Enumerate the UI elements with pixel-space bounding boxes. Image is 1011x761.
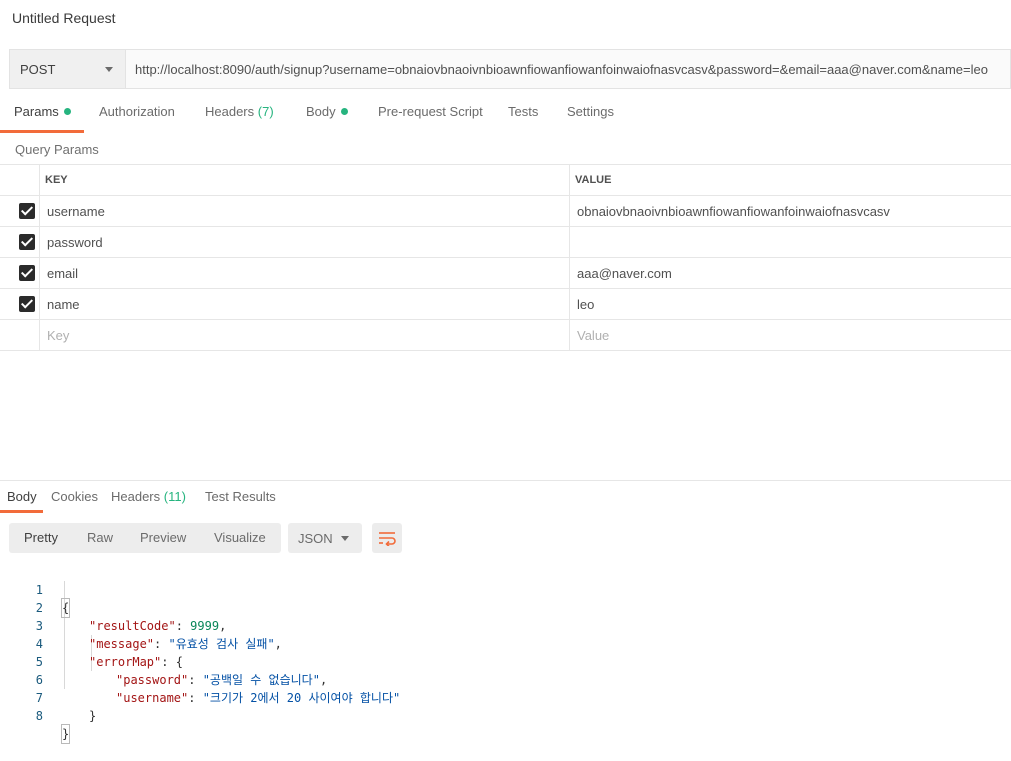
param-key-cell[interactable]: email	[40, 258, 570, 288]
request-title[interactable]: Untitled Request	[12, 10, 116, 26]
code-line: 1 {	[0, 563, 1011, 618]
body-indicator-dot	[340, 108, 348, 115]
key-column-header: KEY	[40, 165, 570, 195]
tab-prerequest-script[interactable]: Pre-request Script	[378, 104, 483, 132]
response-tab-test-results[interactable]: Test Results	[205, 489, 276, 517]
row-checkbox[interactable]	[19, 203, 35, 219]
header-check-cell	[0, 165, 40, 195]
tab-tests[interactable]: Tests	[508, 104, 538, 132]
query-params-table: KEY VALUE username obnaiovbnaoivnbioawnf…	[0, 164, 1011, 351]
param-value-cell[interactable]: leo	[570, 289, 1011, 319]
response-body-code[interactable]: 1 { 2 "resultCode": 9999, 3 "message": "…	[0, 563, 1011, 744]
new-value-input[interactable]: Value	[570, 320, 1011, 350]
code-line: 5 "password": "공백일 수 없습니다",	[0, 635, 1011, 687]
headers-count: (7)	[257, 104, 274, 119]
chevron-down-icon	[105, 66, 113, 72]
tab-settings[interactable]: Settings	[567, 104, 614, 132]
wrap-lines-button[interactable]	[372, 523, 402, 553]
param-key-cell[interactable]: password	[40, 227, 570, 257]
url-bar: POST http://localhost:8090/auth/signup?u…	[9, 49, 1011, 89]
value-column-header: VALUE	[575, 174, 612, 186]
tab-body[interactable]: Body	[306, 104, 348, 132]
param-value-cell[interactable]: aaa@naver.com	[570, 258, 1011, 288]
table-row: email aaa@naver.com	[0, 258, 1011, 289]
chevron-down-icon	[341, 535, 349, 541]
response-headers-label: Headers	[111, 489, 161, 504]
row-checkbox[interactable]	[19, 296, 35, 312]
tab-authorization[interactable]: Authorization	[99, 104, 175, 132]
method-select[interactable]: POST	[10, 50, 126, 88]
code-line: 7 }	[0, 671, 1011, 723]
line-number: 8	[35, 709, 43, 723]
table-row: password	[0, 227, 1011, 258]
tab-params[interactable]: Params	[14, 104, 71, 132]
table-row: name leo	[0, 289, 1011, 320]
param-value-cell[interactable]: obnaiovbnaoivnbioawnfiowanfiowanfoinwaio…	[570, 196, 1011, 226]
row-checkbox[interactable]	[19, 265, 35, 281]
code-line: 6 "username": "크기가 2에서 20 사이여야 합니다"	[0, 653, 1011, 705]
format-select[interactable]: JSON	[288, 523, 362, 553]
param-key-cell[interactable]: username	[40, 196, 570, 226]
tab-params-label: Params	[14, 104, 59, 119]
new-key-input[interactable]: Key	[40, 320, 570, 350]
close-brace: }	[60, 724, 71, 744]
method-label: POST	[20, 61, 56, 77]
response-active-underline	[0, 510, 43, 513]
query-params-label: Query Params	[15, 142, 99, 157]
tab-headers-label: Headers	[205, 104, 255, 119]
response-tab-headers[interactable]: Headers (11)	[111, 489, 186, 517]
view-raw-button[interactable]: Raw	[87, 523, 113, 553]
pane-divider[interactable]	[0, 480, 1011, 481]
response-tab-cookies[interactable]: Cookies	[51, 489, 98, 517]
response-headers-count: (11)	[163, 489, 186, 504]
view-visualize-button[interactable]: Visualize	[214, 523, 266, 553]
code-line: 4 "errorMap": {	[0, 617, 1011, 669]
active-tab-underline	[0, 130, 84, 133]
table-row: username obnaiovbnaoivnbioawnfiowanfiowa…	[0, 196, 1011, 227]
code-line: 8 }	[0, 689, 1011, 744]
view-pretty-button[interactable]: Pretty	[24, 523, 58, 553]
view-preview-button[interactable]: Preview	[140, 523, 186, 553]
param-value-cell[interactable]	[570, 227, 1011, 257]
request-tabs: Params Authorization Headers (7) Body Pr…	[0, 104, 1011, 133]
url-input[interactable]: http://localhost:8090/auth/signup?userna…	[126, 50, 1010, 88]
code-line: 2 "resultCode": 9999,	[0, 581, 1011, 633]
params-indicator-dot	[63, 108, 71, 115]
code-line: 3 "message": "유효성 검사 실패",	[0, 599, 1011, 651]
tab-body-label: Body	[306, 104, 336, 119]
json-brace: }	[89, 709, 97, 723]
table-header-row: KEY VALUE	[0, 165, 1011, 196]
new-param-row: Key Value	[0, 320, 1011, 351]
response-tabs: Body Cookies Headers (11) Test Results	[0, 486, 1011, 514]
param-key-cell[interactable]: name	[40, 289, 570, 319]
view-mode-selector: Pretty Raw Preview Visualize	[9, 523, 281, 553]
tab-headers[interactable]: Headers (7)	[205, 104, 274, 132]
wrap-lines-icon	[379, 532, 396, 546]
row-checkbox[interactable]	[19, 234, 35, 250]
format-label: JSON	[298, 530, 333, 546]
